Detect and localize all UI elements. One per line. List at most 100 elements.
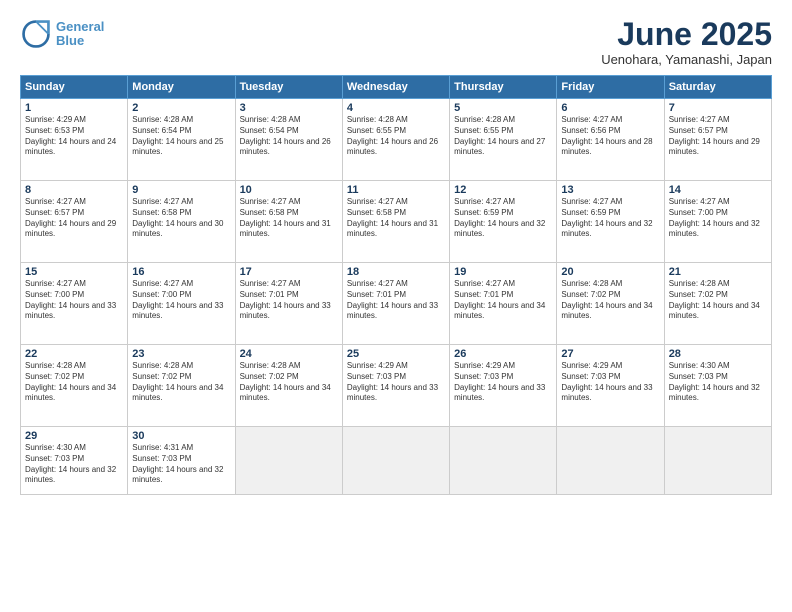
table-row: 1 Sunrise: 4:29 AM Sunset: 6:53 PM Dayli… bbox=[21, 99, 128, 181]
day-info: Sunrise: 4:27 AM Sunset: 7:00 PM Dayligh… bbox=[132, 279, 230, 322]
day-info: Sunrise: 4:29 AM Sunset: 7:03 PM Dayligh… bbox=[561, 361, 659, 404]
table-row: 28 Sunrise: 4:30 AM Sunset: 7:03 PM Dayl… bbox=[664, 345, 771, 427]
table-row: 22 Sunrise: 4:28 AM Sunset: 7:02 PM Dayl… bbox=[21, 345, 128, 427]
day-number: 8 bbox=[25, 184, 123, 196]
table-row: 29 Sunrise: 4:30 AM Sunset: 7:03 PM Dayl… bbox=[21, 427, 128, 495]
day-info: Sunrise: 4:27 AM Sunset: 7:01 PM Dayligh… bbox=[454, 279, 552, 322]
day-number: 6 bbox=[561, 102, 659, 114]
table-row bbox=[664, 427, 771, 495]
table-row: 15 Sunrise: 4:27 AM Sunset: 7:00 PM Dayl… bbox=[21, 263, 128, 345]
day-info: Sunrise: 4:27 AM Sunset: 7:00 PM Dayligh… bbox=[669, 197, 767, 240]
table-row: 8 Sunrise: 4:27 AM Sunset: 6:57 PM Dayli… bbox=[21, 181, 128, 263]
day-number: 21 bbox=[669, 266, 767, 278]
day-number: 22 bbox=[25, 348, 123, 360]
day-number: 16 bbox=[132, 266, 230, 278]
day-info: Sunrise: 4:29 AM Sunset: 6:53 PM Dayligh… bbox=[25, 115, 123, 158]
table-row: 21 Sunrise: 4:28 AM Sunset: 7:02 PM Dayl… bbox=[664, 263, 771, 345]
day-number: 27 bbox=[561, 348, 659, 360]
col-monday: Monday bbox=[128, 76, 235, 99]
table-row: 24 Sunrise: 4:28 AM Sunset: 7:02 PM Dayl… bbox=[235, 345, 342, 427]
calendar-week-row: 29 Sunrise: 4:30 AM Sunset: 7:03 PM Dayl… bbox=[21, 427, 772, 495]
day-number: 13 bbox=[561, 184, 659, 196]
table-row: 18 Sunrise: 4:27 AM Sunset: 7:01 PM Dayl… bbox=[342, 263, 449, 345]
day-number: 1 bbox=[25, 102, 123, 114]
table-row: 25 Sunrise: 4:29 AM Sunset: 7:03 PM Dayl… bbox=[342, 345, 449, 427]
day-info: Sunrise: 4:27 AM Sunset: 6:58 PM Dayligh… bbox=[240, 197, 338, 240]
col-friday: Friday bbox=[557, 76, 664, 99]
day-info: Sunrise: 4:27 AM Sunset: 7:00 PM Dayligh… bbox=[25, 279, 123, 322]
logo-line2: Blue bbox=[56, 33, 84, 48]
table-row: 13 Sunrise: 4:27 AM Sunset: 6:59 PM Dayl… bbox=[557, 181, 664, 263]
day-info: Sunrise: 4:29 AM Sunset: 7:03 PM Dayligh… bbox=[347, 361, 445, 404]
day-number: 10 bbox=[240, 184, 338, 196]
day-info: Sunrise: 4:28 AM Sunset: 6:55 PM Dayligh… bbox=[454, 115, 552, 158]
title-block: June 2025 Uenohara, Yamanashi, Japan bbox=[601, 18, 772, 67]
day-number: 20 bbox=[561, 266, 659, 278]
day-info: Sunrise: 4:30 AM Sunset: 7:03 PM Dayligh… bbox=[669, 361, 767, 404]
table-row: 26 Sunrise: 4:29 AM Sunset: 7:03 PM Dayl… bbox=[450, 345, 557, 427]
day-info: Sunrise: 4:28 AM Sunset: 7:02 PM Dayligh… bbox=[561, 279, 659, 322]
table-row: 4 Sunrise: 4:28 AM Sunset: 6:55 PM Dayli… bbox=[342, 99, 449, 181]
col-wednesday: Wednesday bbox=[342, 76, 449, 99]
table-row: 9 Sunrise: 4:27 AM Sunset: 6:58 PM Dayli… bbox=[128, 181, 235, 263]
calendar-week-row: 1 Sunrise: 4:29 AM Sunset: 6:53 PM Dayli… bbox=[21, 99, 772, 181]
table-row bbox=[235, 427, 342, 495]
table-row: 14 Sunrise: 4:27 AM Sunset: 7:00 PM Dayl… bbox=[664, 181, 771, 263]
day-number: 7 bbox=[669, 102, 767, 114]
col-thursday: Thursday bbox=[450, 76, 557, 99]
day-number: 14 bbox=[669, 184, 767, 196]
day-number: 29 bbox=[25, 430, 123, 442]
day-number: 5 bbox=[454, 102, 552, 114]
table-row: 3 Sunrise: 4:28 AM Sunset: 6:54 PM Dayli… bbox=[235, 99, 342, 181]
day-info: Sunrise: 4:27 AM Sunset: 6:57 PM Dayligh… bbox=[669, 115, 767, 158]
table-row: 6 Sunrise: 4:27 AM Sunset: 6:56 PM Dayli… bbox=[557, 99, 664, 181]
day-info: Sunrise: 4:27 AM Sunset: 6:56 PM Dayligh… bbox=[561, 115, 659, 158]
table-row bbox=[557, 427, 664, 495]
logo: General Blue bbox=[20, 18, 104, 50]
day-number: 11 bbox=[347, 184, 445, 196]
day-info: Sunrise: 4:28 AM Sunset: 6:54 PM Dayligh… bbox=[132, 115, 230, 158]
day-number: 23 bbox=[132, 348, 230, 360]
day-number: 12 bbox=[454, 184, 552, 196]
day-number: 24 bbox=[240, 348, 338, 360]
day-number: 28 bbox=[669, 348, 767, 360]
day-number: 17 bbox=[240, 266, 338, 278]
location: Uenohara, Yamanashi, Japan bbox=[601, 52, 772, 67]
day-number: 25 bbox=[347, 348, 445, 360]
day-info: Sunrise: 4:28 AM Sunset: 7:02 PM Dayligh… bbox=[669, 279, 767, 322]
day-info: Sunrise: 4:27 AM Sunset: 7:01 PM Dayligh… bbox=[347, 279, 445, 322]
calendar-week-row: 15 Sunrise: 4:27 AM Sunset: 7:00 PM Dayl… bbox=[21, 263, 772, 345]
day-info: Sunrise: 4:27 AM Sunset: 6:58 PM Dayligh… bbox=[132, 197, 230, 240]
table-row: 5 Sunrise: 4:28 AM Sunset: 6:55 PM Dayli… bbox=[450, 99, 557, 181]
day-info: Sunrise: 4:28 AM Sunset: 6:54 PM Dayligh… bbox=[240, 115, 338, 158]
table-row: 17 Sunrise: 4:27 AM Sunset: 7:01 PM Dayl… bbox=[235, 263, 342, 345]
calendar-week-row: 22 Sunrise: 4:28 AM Sunset: 7:02 PM Dayl… bbox=[21, 345, 772, 427]
table-row: 11 Sunrise: 4:27 AM Sunset: 6:58 PM Dayl… bbox=[342, 181, 449, 263]
table-row: 7 Sunrise: 4:27 AM Sunset: 6:57 PM Dayli… bbox=[664, 99, 771, 181]
day-info: Sunrise: 4:28 AM Sunset: 6:55 PM Dayligh… bbox=[347, 115, 445, 158]
logo-line1: General bbox=[56, 19, 104, 34]
day-number: 15 bbox=[25, 266, 123, 278]
day-number: 30 bbox=[132, 430, 230, 442]
table-row: 12 Sunrise: 4:27 AM Sunset: 6:59 PM Dayl… bbox=[450, 181, 557, 263]
table-row: 10 Sunrise: 4:27 AM Sunset: 6:58 PM Dayl… bbox=[235, 181, 342, 263]
day-info: Sunrise: 4:28 AM Sunset: 7:02 PM Dayligh… bbox=[240, 361, 338, 404]
header: General Blue June 2025 Uenohara, Yamanas… bbox=[20, 18, 772, 67]
day-info: Sunrise: 4:28 AM Sunset: 7:02 PM Dayligh… bbox=[132, 361, 230, 404]
table-row: 2 Sunrise: 4:28 AM Sunset: 6:54 PM Dayli… bbox=[128, 99, 235, 181]
day-number: 18 bbox=[347, 266, 445, 278]
day-info: Sunrise: 4:29 AM Sunset: 7:03 PM Dayligh… bbox=[454, 361, 552, 404]
table-row: 23 Sunrise: 4:28 AM Sunset: 7:02 PM Dayl… bbox=[128, 345, 235, 427]
day-number: 26 bbox=[454, 348, 552, 360]
table-row: 20 Sunrise: 4:28 AM Sunset: 7:02 PM Dayl… bbox=[557, 263, 664, 345]
day-info: Sunrise: 4:27 AM Sunset: 6:57 PM Dayligh… bbox=[25, 197, 123, 240]
table-row: 19 Sunrise: 4:27 AM Sunset: 7:01 PM Dayl… bbox=[450, 263, 557, 345]
day-info: Sunrise: 4:27 AM Sunset: 7:01 PM Dayligh… bbox=[240, 279, 338, 322]
table-row bbox=[342, 427, 449, 495]
day-info: Sunrise: 4:28 AM Sunset: 7:02 PM Dayligh… bbox=[25, 361, 123, 404]
day-info: Sunrise: 4:27 AM Sunset: 6:59 PM Dayligh… bbox=[561, 197, 659, 240]
col-sunday: Sunday bbox=[21, 76, 128, 99]
table-row: 30 Sunrise: 4:31 AM Sunset: 7:03 PM Dayl… bbox=[128, 427, 235, 495]
day-number: 4 bbox=[347, 102, 445, 114]
page: General Blue June 2025 Uenohara, Yamanas… bbox=[0, 0, 792, 612]
